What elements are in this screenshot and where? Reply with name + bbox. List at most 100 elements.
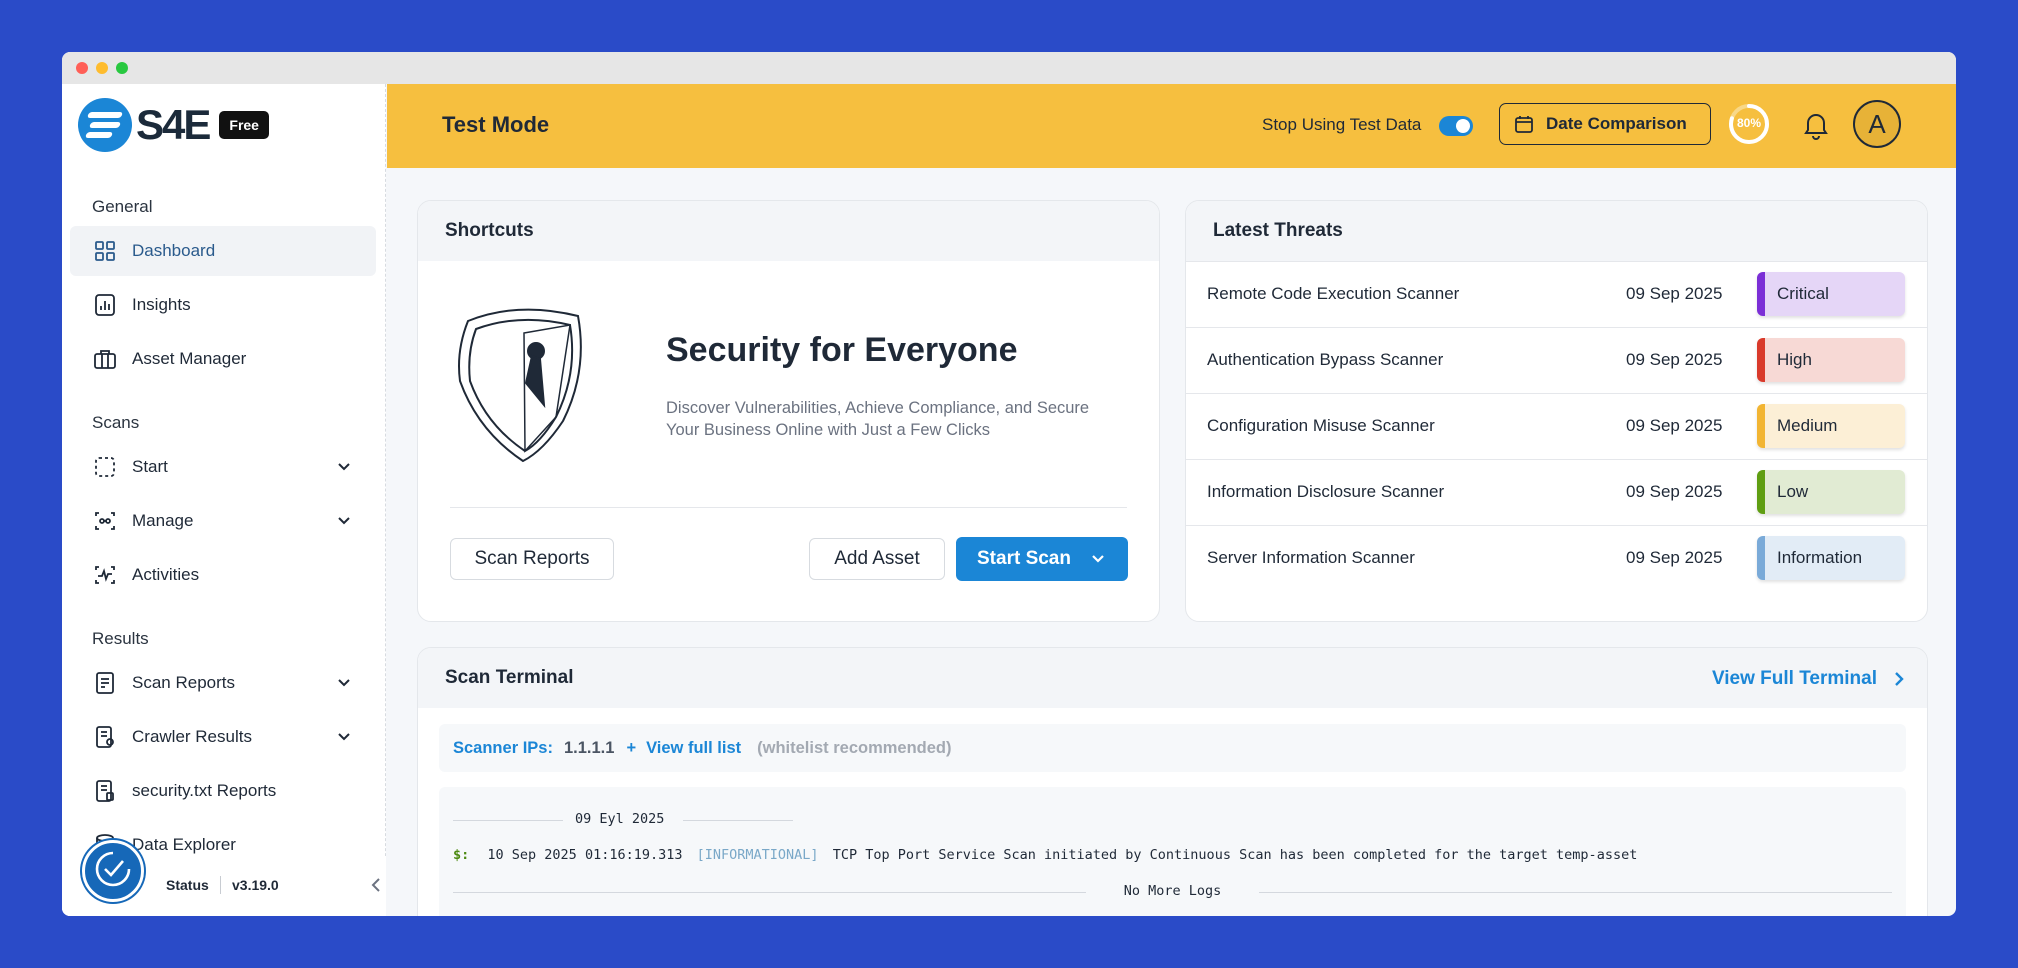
version-label: v3.19.0: [232, 877, 279, 893]
sidebar-item-label: Dashboard: [132, 241, 216, 260]
severity-badge: Information: [1757, 536, 1905, 580]
start-scan-label: Start Scan: [977, 548, 1071, 569]
chart-icon: [92, 292, 118, 318]
notifications-bell-icon[interactable]: [1802, 110, 1830, 145]
add-asset-button[interactable]: Add Asset: [809, 538, 945, 580]
scan-terminal-title: Scan Terminal: [418, 648, 1927, 708]
status-link[interactable]: Status: [166, 877, 209, 893]
shortcuts-divider: [450, 507, 1127, 508]
close-window-button[interactable]: [76, 62, 88, 74]
chevron-down-icon: [1090, 551, 1106, 573]
sidebar: S4E Free General Dashboard Insights Asse…: [62, 84, 386, 916]
manage-icon: [92, 508, 118, 534]
app-window: S4E Free General Dashboard Insights Asse…: [62, 52, 1956, 916]
scan-reports-button[interactable]: Scan Reports: [450, 538, 614, 580]
section-label-scans: Scans: [92, 413, 140, 432]
minimize-window-button[interactable]: [96, 62, 108, 74]
threat-row[interactable]: Authentication Bypass Scanner 09 Sep 202…: [1186, 327, 1927, 393]
date-comparison-label: Date Comparison: [1546, 114, 1687, 133]
scan-terminal-card: Scan Terminal View Full Terminal Scanner…: [417, 647, 1928, 916]
no-more-logs-divider: No More Logs: [453, 883, 1892, 901]
sidebar-item-label: Start: [132, 457, 168, 476]
window-titlebar: [62, 52, 1956, 84]
brand-logo[interactable]: S4E Free: [78, 98, 269, 152]
text-document-icon: [92, 778, 118, 804]
sidebar-item-start[interactable]: Start: [70, 442, 376, 492]
maximize-window-button[interactable]: [116, 62, 128, 74]
date-divider: 09 Eyl 2025: [453, 811, 793, 829]
start-scan-button[interactable]: Start Scan: [956, 537, 1128, 581]
scanner-ips-bar: Scanner IPs: 1.1.1.1 + View full list (w…: [439, 724, 1906, 772]
page-title: Test Mode: [442, 112, 550, 137]
shield-keyhole-icon: [448, 301, 628, 476]
date-comparison-button[interactable]: Date Comparison: [1499, 103, 1711, 145]
log-date: 09 Eyl 2025: [575, 811, 665, 827]
shortcuts-card: Shortcuts Security for Everyone Discover…: [417, 200, 1160, 622]
threat-row[interactable]: Remote Code Execution Scanner 09 Sep 202…: [1186, 261, 1927, 327]
chevron-down-icon[interactable]: [336, 729, 352, 750]
latest-threats-title: Latest Threats: [1186, 201, 1927, 261]
security-check-button[interactable]: [82, 840, 144, 902]
test-data-toggle-label: Stop Using Test Data: [1262, 115, 1422, 134]
usage-progress-ring[interactable]: 80%: [1727, 102, 1771, 146]
add-ip-icon[interactable]: +: [626, 739, 636, 758]
user-avatar[interactable]: A: [1853, 100, 1901, 148]
severity-badge: Medium: [1757, 404, 1905, 448]
logo-icon: [78, 98, 132, 152]
sidebar-item-label: Scan Reports: [132, 673, 235, 692]
terminal-log: 09 Eyl 2025 $: 10 Sep 2025 01:16:19.313 …: [439, 787, 1906, 916]
sidebar-item-activities[interactable]: Activities: [70, 550, 376, 600]
threat-date: 09 Sep 2025: [1626, 350, 1723, 369]
sidebar-item-label: Data Explorer: [132, 835, 236, 854]
sidebar-item-insights[interactable]: Insights: [70, 280, 376, 330]
chevron-down-icon[interactable]: [336, 513, 352, 534]
brand-name: S4E: [136, 101, 211, 148]
threat-name: Server Information Scanner: [1207, 548, 1415, 567]
severity-badge: Critical: [1757, 272, 1905, 316]
sidebar-item-dashboard[interactable]: Dashboard: [70, 226, 376, 276]
scanner-ips-label: Scanner IPs:: [453, 738, 553, 757]
sidebar-item-manage[interactable]: Manage: [70, 496, 376, 546]
latest-threats-card: Latest Threats Remote Code Execution Sca…: [1185, 200, 1928, 622]
no-more-logs-label: No More Logs: [1123, 883, 1222, 899]
test-data-toggle[interactable]: [1439, 116, 1473, 136]
log-prompt: $:: [453, 847, 470, 863]
grid-icon: [92, 238, 118, 264]
briefcase-icon: [92, 346, 118, 372]
threat-name: Authentication Bypass Scanner: [1207, 350, 1444, 369]
threat-date: 09 Sep 2025: [1626, 482, 1723, 501]
chevron-down-icon[interactable]: [336, 675, 352, 696]
threat-date: 09 Sep 2025: [1626, 548, 1723, 567]
sidebar-item-label: security.txt Reports: [132, 781, 277, 800]
sidebar-item-scan-reports[interactable]: Scan Reports: [70, 658, 376, 708]
sidebar-item-asset-manager[interactable]: Asset Manager: [70, 334, 376, 384]
shortcuts-headline: Security for Everyone: [666, 331, 1018, 369]
threat-name: Remote Code Execution Scanner: [1207, 284, 1460, 303]
sidebar-item-crawler-results[interactable]: Crawler Results: [70, 712, 376, 762]
footer-separator: [220, 876, 221, 894]
collapse-sidebar-icon[interactable]: [369, 876, 383, 899]
plan-badge: Free: [219, 111, 269, 139]
severity-badge: High: [1757, 338, 1905, 382]
view-full-terminal-link[interactable]: View Full Terminal: [1712, 668, 1904, 690]
scanner-ip-value: 1.1.1.1: [563, 738, 615, 757]
usage-progress-label: 80%: [1736, 116, 1762, 130]
log-message: TCP Top Port Service Scan initiated by C…: [832, 847, 1638, 863]
threat-row[interactable]: Information Disclosure Scanner 09 Sep 20…: [1186, 459, 1927, 525]
shortcuts-description: Discover Vulnerabilities, Achieve Compli…: [666, 399, 1090, 439]
chevron-down-icon[interactable]: [336, 459, 352, 480]
document-icon: [92, 670, 118, 696]
threat-row[interactable]: Server Information Scanner 09 Sep 2025 I…: [1186, 525, 1927, 591]
activity-icon: [92, 562, 118, 588]
log-level: [INFORMATIONAL]: [696, 847, 819, 863]
section-label-results: Results: [92, 629, 149, 648]
threat-date: 09 Sep 2025: [1626, 416, 1723, 435]
sidebar-item-security-txt-reports[interactable]: security.txt Reports: [70, 766, 376, 816]
sidebar-item-label: Asset Manager: [132, 349, 247, 368]
threat-date: 09 Sep 2025: [1626, 284, 1723, 303]
view-full-list-link[interactable]: View full list: [646, 739, 741, 758]
whitelist-note: (whitelist recommended): [757, 738, 952, 757]
threat-row[interactable]: Configuration Misuse Scanner 09 Sep 2025…: [1186, 393, 1927, 459]
chevron-right-icon: [1891, 670, 1907, 694]
severity-badge: Low: [1757, 470, 1905, 514]
